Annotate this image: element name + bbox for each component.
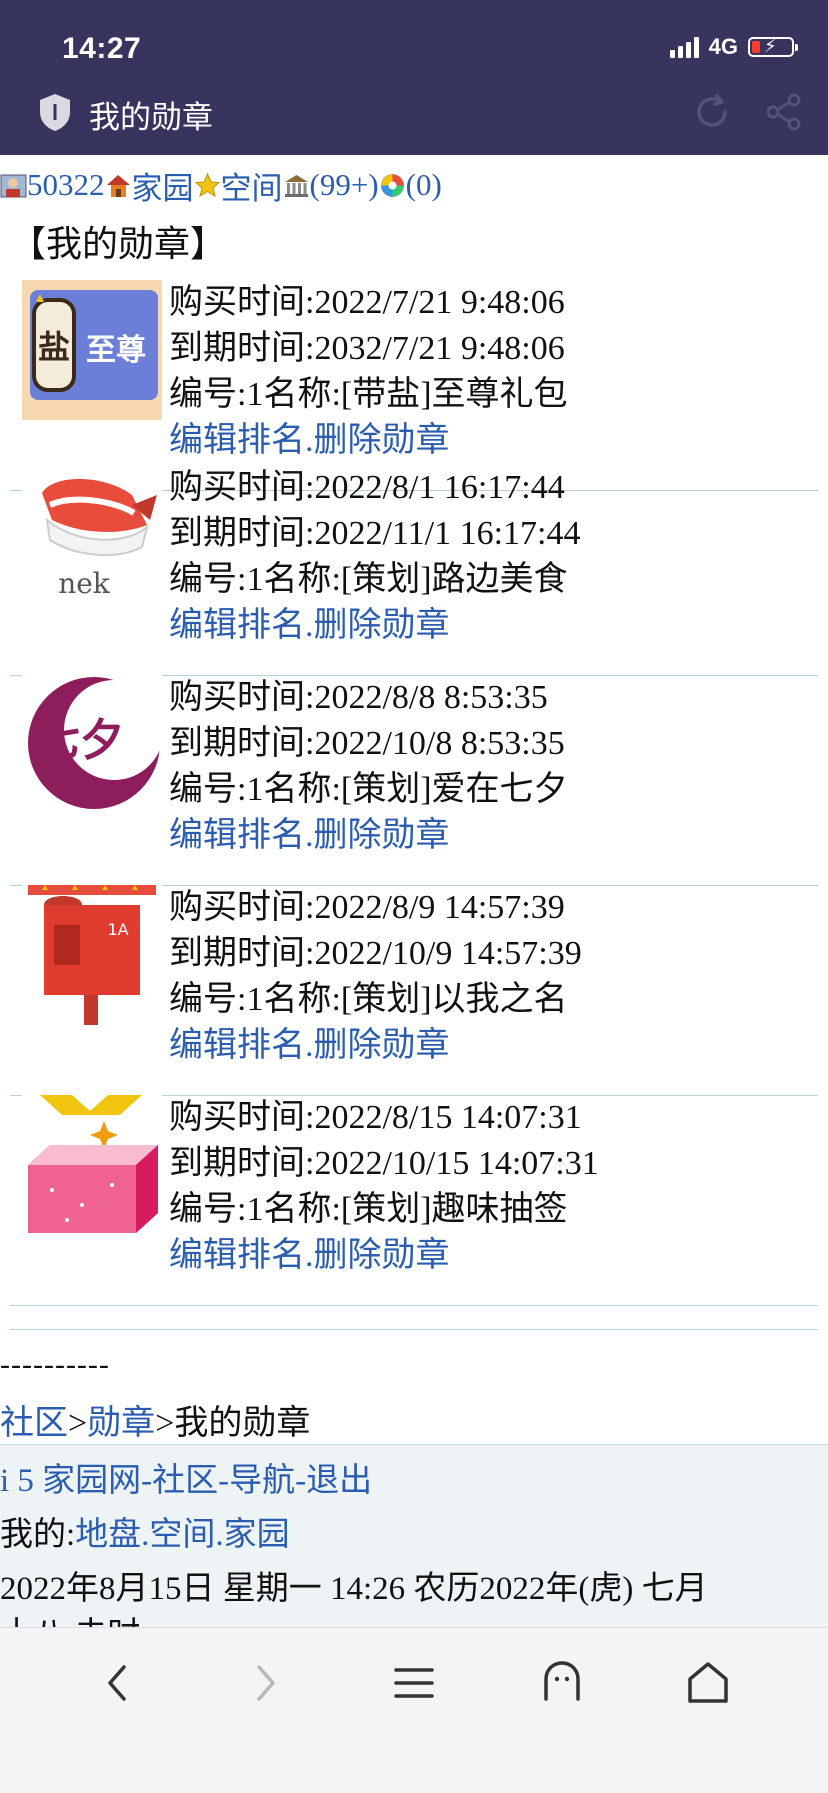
top-bar: 14:27 4G ⚡ 我的勋章: [0, 0, 828, 155]
home-icon[interactable]: [680, 1655, 736, 1711]
footer-nav: i 5 家园网-社区-导航-退出: [0, 1453, 372, 1501]
expire-time: 到期时间:2022/10/8 8:53:35: [169, 725, 565, 762]
purchase-time: 购买时间:2022/8/15 14:07:31: [169, 1099, 582, 1136]
svg-text:七夕: 七夕: [36, 715, 124, 766]
dash-separator: ----------: [0, 1348, 110, 1381]
page-heading: 【我的勋章】: [10, 224, 227, 264]
medal-item: 盐 至尊 购买时间:2022/7/21 9:48:06 到期时间:2032/7/…: [10, 280, 818, 491]
expire-time: 到期时间:2022/10/9 14:57:39: [169, 935, 582, 972]
breadcrumb-separator: >: [68, 1405, 88, 1442]
title-bar: 我的勋章: [0, 82, 828, 142]
message-link[interactable]: (0): [406, 167, 442, 203]
medal-item: 七夕 购买时间:2022/8/8 8:53:35 到期时间:2022/10/8 …: [10, 675, 818, 886]
footer-home-link[interactable]: 家园: [224, 1517, 290, 1553]
sushi-badge-icon: nek: [22, 465, 162, 605]
shield-icon: [40, 94, 70, 131]
qixi-moon-badge-icon: 七夕: [22, 675, 162, 815]
footer-dash: -: [218, 1463, 230, 1499]
edit-rank-link[interactable]: 编辑排名: [169, 607, 305, 644]
battery-icon: ⚡: [748, 36, 798, 57]
footer-dash: -: [141, 1463, 153, 1499]
link-separator: .: [305, 1237, 314, 1274]
breadcrumb-separator: >: [155, 1405, 175, 1442]
svg-text:盐: 盐: [38, 328, 70, 366]
browser-toolbar: [0, 1627, 828, 1793]
divider: [10, 1329, 818, 1330]
logout-link[interactable]: 退出: [306, 1463, 372, 1499]
svg-text:nek: nek: [58, 567, 111, 600]
delete-medal-link[interactable]: 删除勋章: [314, 1237, 450, 1274]
expire-time: 到期时间:2022/11/1 16:17:44: [169, 515, 581, 552]
medal-name: 编号:1名称:[策划]趣味抽签: [169, 1191, 568, 1228]
bank-link[interactable]: (99+): [310, 167, 379, 203]
salt-supreme-badge-icon: 盐 至尊: [22, 280, 162, 420]
medal-name: 编号:1名称:[策划]路边美食: [169, 561, 568, 598]
delete-medal-link[interactable]: 删除勋章: [314, 1027, 450, 1064]
expire-time: 到期时间:2022/10/15 14:07:31: [169, 1145, 599, 1182]
footer-dash: -: [295, 1463, 307, 1499]
mailbox-badge-icon: 1A: [22, 885, 162, 1025]
link-separator: .: [305, 817, 314, 854]
breadcrumb-current: 我的勋章: [174, 1405, 311, 1442]
breadcrumb-community-link[interactable]: 社区: [0, 1405, 68, 1442]
home-link[interactable]: 家园: [132, 163, 194, 208]
medal-item: 购买时间:2022/8/15 14:07:31 到期时间:2022/10/15 …: [10, 1095, 818, 1306]
medal-item: nek 购买时间:2022/8/1 16:17:44 到期时间:2022/11/…: [10, 465, 818, 676]
link-separator: .: [305, 1027, 314, 1064]
delete-medal-link[interactable]: 删除勋章: [314, 422, 450, 459]
status-time: 14:27: [62, 32, 142, 65]
share-icon[interactable]: [764, 92, 804, 132]
network-type: 4G: [708, 34, 738, 59]
purchase-time: 购买时间:2022/8/9 14:57:39: [169, 889, 565, 926]
signal-icon: [669, 36, 699, 58]
svg-text:至尊: 至尊: [86, 333, 146, 368]
footer-mine: 我的:地盘.空间.家园: [0, 1507, 290, 1555]
message-icon: [380, 173, 404, 197]
site-footer: i 5 家园网-社区-导航-退出 我的:地盘.空间.家园 2022年8月15日 …: [0, 1444, 828, 1653]
svg-text:1A: 1A: [107, 920, 128, 939]
forward-icon[interactable]: [237, 1655, 293, 1711]
expire-time: 到期时间:2032/7/21 9:48:06: [169, 330, 565, 367]
footer-dot: .: [215, 1517, 224, 1553]
link-separator: .: [305, 422, 314, 459]
status-indicators: 4G ⚡: [669, 34, 798, 60]
land-link[interactable]: 地盘: [75, 1517, 141, 1553]
edit-rank-link[interactable]: 编辑排名: [169, 1027, 305, 1064]
purchase-time: 购买时间:2022/8/1 16:17:44: [169, 469, 565, 506]
site-home-link[interactable]: i 5 家园网: [0, 1463, 141, 1499]
user-nav: 50322 家园 空间 (99+) (0): [0, 163, 442, 208]
medal-name: 编号:1名称:[策划]爱在七夕: [169, 771, 568, 808]
user-avatar-icon: [0, 174, 27, 197]
back-icon[interactable]: [90, 1655, 146, 1711]
page-title: 我的勋章: [89, 100, 213, 135]
medal-item: 1A 购买时间:2022/8/9 14:57:39 到期时间:2022/10/9…: [10, 885, 818, 1096]
space-link[interactable]: 空间: [221, 163, 283, 208]
edit-rank-link[interactable]: 编辑排名: [169, 817, 305, 854]
link-separator: .: [305, 607, 314, 644]
footer-community-link[interactable]: 社区: [152, 1463, 218, 1499]
star-icon: [194, 172, 220, 197]
purchase-time: 购买时间:2022/7/21 9:48:06: [169, 284, 565, 321]
edit-rank-link[interactable]: 编辑排名: [169, 1237, 305, 1274]
lottery-box-badge-icon: [22, 1095, 162, 1235]
footer-space-link[interactable]: 空间: [149, 1517, 215, 1553]
breadcrumb-medals-link[interactable]: 勋章: [87, 1405, 155, 1442]
purchase-time: 购买时间:2022/8/8 8:53:35: [169, 679, 548, 716]
breadcrumb: 社区>勋章>我的勋章: [0, 1395, 310, 1444]
medal-name: 编号:1名称:[策划]以我之名: [169, 981, 568, 1018]
menu-icon[interactable]: [386, 1655, 442, 1711]
date-line: 2022年8月15日 星期一 14:26 农历2022年(虎) 七月: [0, 1571, 708, 1607]
footer-nav-link[interactable]: 导航: [229, 1463, 295, 1499]
edit-rank-link[interactable]: 编辑排名: [169, 422, 305, 459]
delete-medal-link[interactable]: 删除勋章: [314, 607, 450, 644]
delete-medal-link[interactable]: 删除勋章: [314, 817, 450, 854]
home-icon: [106, 174, 130, 197]
mine-label: 我的:: [0, 1517, 76, 1553]
user-id-link[interactable]: 50322: [27, 167, 105, 203]
reload-icon[interactable]: [692, 92, 732, 132]
bank-icon: [284, 174, 308, 197]
medal-name: 编号:1名称:[带盐]至尊礼包: [169, 376, 568, 413]
tabs-icon[interactable]: [534, 1655, 590, 1711]
